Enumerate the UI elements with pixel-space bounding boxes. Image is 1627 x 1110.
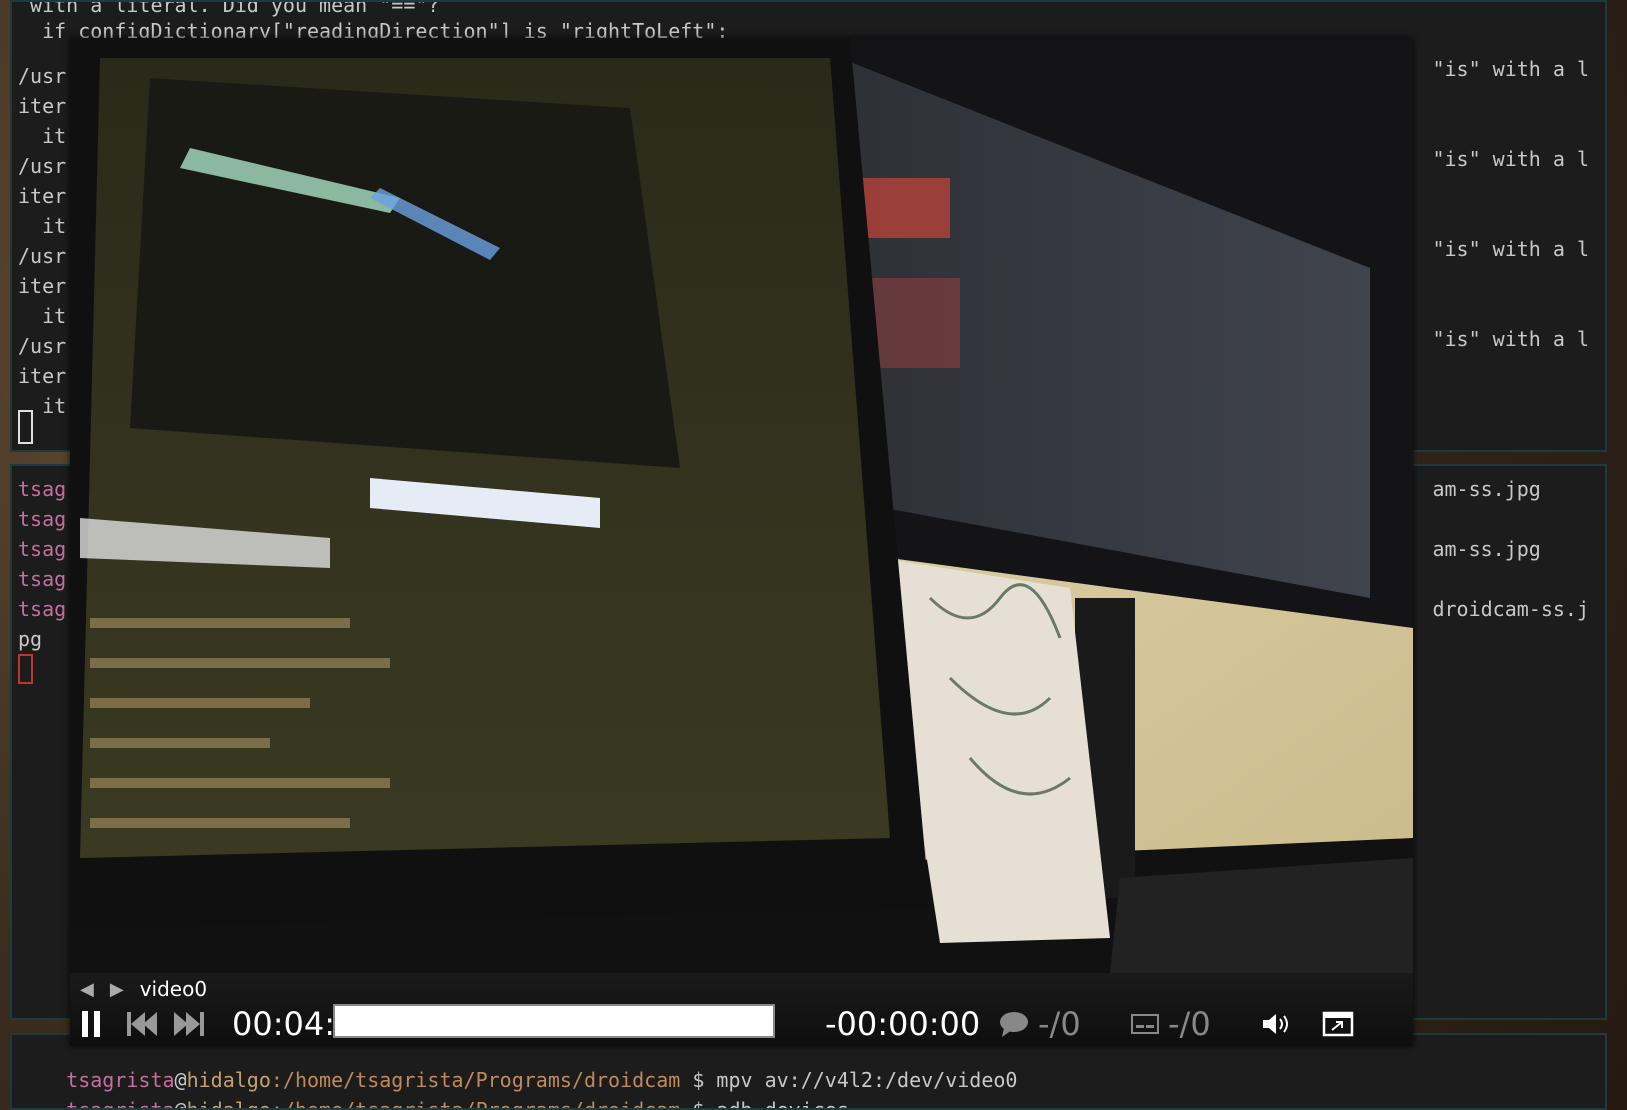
skip-back-icon [127, 1012, 157, 1036]
speaker-icon [1263, 1014, 1288, 1034]
playlist-row: ◀ ▶ video0 [80, 977, 207, 1001]
skip-forward-icon [174, 1012, 204, 1036]
subtitle-track-label: -/0 [1038, 1005, 1081, 1043]
terminal-right-text: "is" with a l "is" with a l "is" with a … [1426, 54, 1589, 414]
media-title: video0 [139, 977, 208, 1001]
terminal-cursor [18, 652, 33, 684]
skip-forward-button[interactable] [172, 1007, 206, 1041]
audio-track-button[interactable]: -/0 [1130, 1005, 1211, 1043]
prompt-path: :/home/tsagrista/Programs/droidcam [270, 1098, 681, 1110]
video-frame[interactable] [70, 38, 1413, 973]
window-icon [1322, 1011, 1354, 1037]
terminal-right-text: am-ss.jpg am-ss.jpg droidcam-ss.j [1426, 474, 1589, 624]
prompt-command: $ adb devices [680, 1098, 849, 1110]
video-player-window[interactable]: ◀ ▶ video0 00:04:17 -00:00:00 -/0 -/0 [70, 38, 1413, 1046]
prompt-host: hidalgo [186, 1098, 271, 1110]
speech-bubble-icon [1000, 1012, 1028, 1037]
pause-button[interactable] [80, 1007, 102, 1041]
prompt-host: hidalgo [186, 1068, 271, 1092]
time-remaining[interactable]: -00:00:00 [825, 1005, 981, 1043]
pause-icon [82, 1011, 100, 1037]
term-line: "is" with a l [1432, 237, 1589, 261]
term-line: "is" with a l [1432, 147, 1589, 171]
term-line: droidcam-ss.j [1432, 597, 1589, 621]
term-line: "is" with a l [1432, 57, 1589, 81]
prompt-user: tsagrista [66, 1068, 175, 1092]
inner-video-window [130, 78, 680, 468]
fullscreen-button[interactable] [1322, 1007, 1354, 1041]
audio-track-label: -/0 [1168, 1005, 1211, 1043]
term-line: am-ss.jpg [1432, 477, 1541, 501]
skip-back-button[interactable] [125, 1007, 159, 1041]
playlist-prev-button[interactable]: ◀ [80, 979, 94, 1000]
terminal-cursor [18, 410, 33, 444]
prompt-user: tsagrista [66, 1098, 175, 1110]
volume-button[interactable] [1260, 1007, 1292, 1041]
prompt-path: :/home/tsagrista/Programs/droidcam [270, 1068, 681, 1092]
term-line: am-ss.jpg [1432, 537, 1541, 561]
color-wheel [870, 278, 960, 368]
prompt-command: $ mpv av://v4l2:/dev/video0 [680, 1068, 1018, 1092]
seek-bar[interactable] [333, 1004, 775, 1038]
palette-swatch [860, 178, 950, 238]
subtitle-track-button[interactable]: -/0 [998, 1005, 1081, 1043]
prompt-at: @ [174, 1098, 187, 1110]
prompt-at: @ [174, 1068, 187, 1092]
playlist-next-button[interactable]: ▶ [110, 979, 124, 1000]
time-remaining-label: -00:00:00 [825, 1005, 981, 1043]
term-line: "is" with a l [1432, 327, 1589, 351]
subtitles-icon [1131, 1014, 1159, 1034]
